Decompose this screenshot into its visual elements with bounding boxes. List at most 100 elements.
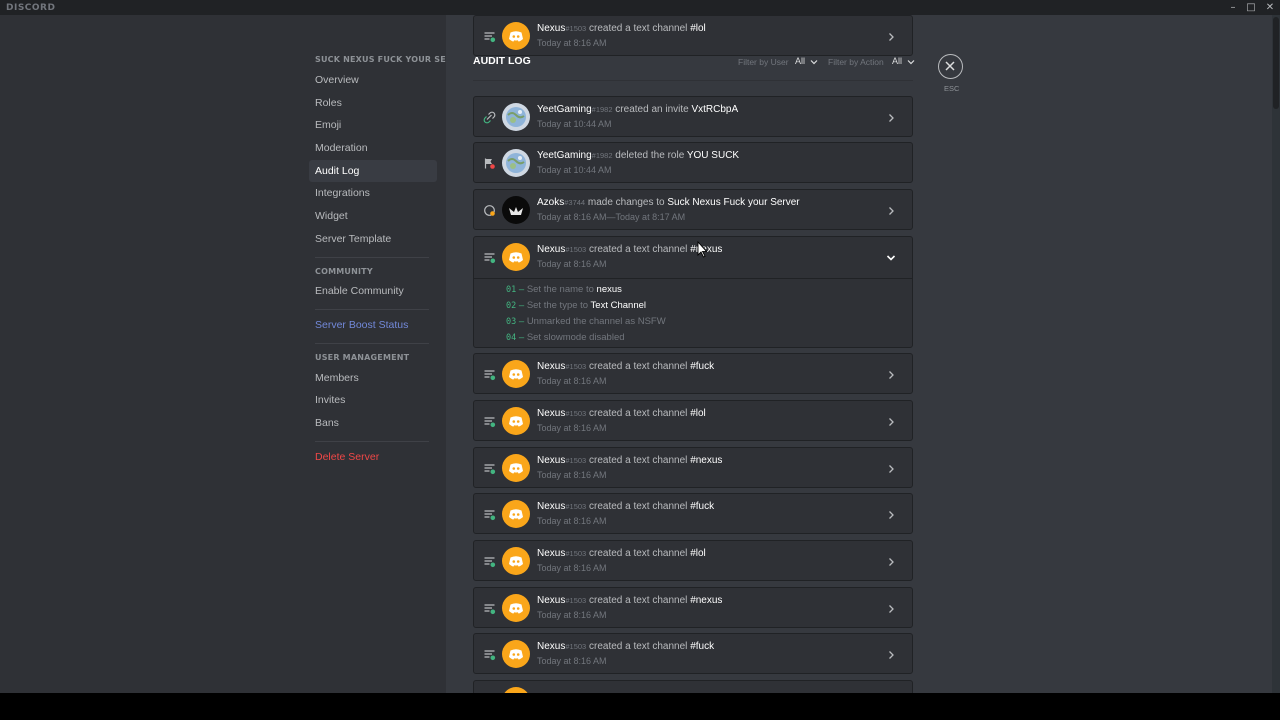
entry-summary: Nexus#1503 created a text channel #fuck bbox=[537, 361, 714, 372]
change-text: Set the type to bbox=[526, 300, 591, 311]
avatar[interactable] bbox=[502, 687, 530, 693]
sidebar-item-members[interactable]: Members bbox=[309, 367, 437, 389]
audit-log-entry[interactable]: Nexus#1503 created a text channel #fuck T… bbox=[473, 353, 913, 394]
username[interactable]: Nexus bbox=[537, 641, 565, 652]
chevron-right-icon[interactable] bbox=[885, 111, 897, 123]
audit-log-entry[interactable]: Nexus#1503 created a text channel #fuck T… bbox=[473, 633, 913, 674]
change-number: 03 bbox=[506, 317, 517, 327]
avatar[interactable] bbox=[502, 196, 530, 224]
action-target: #fuck bbox=[690, 361, 715, 372]
chevron-right-icon[interactable] bbox=[885, 368, 897, 380]
action-text: created a text channel bbox=[586, 408, 691, 419]
action-target: VxtRCbpA bbox=[691, 104, 739, 115]
close-settings-button[interactable] bbox=[938, 54, 963, 79]
audit-log-entry[interactable]: YeetGaming#1982 deleted the role YOU SUC… bbox=[473, 142, 913, 183]
avatar[interactable] bbox=[502, 360, 530, 388]
username[interactable]: Azoks bbox=[537, 197, 564, 208]
action-text: created a text channel bbox=[586, 23, 691, 34]
timestamp: Today at 10:44 AM bbox=[537, 165, 612, 175]
user-discriminator: #1503 bbox=[565, 456, 587, 465]
sidebar-item-server-boost-status[interactable]: Server Boost Status bbox=[309, 314, 437, 336]
channel-create-icon bbox=[483, 30, 496, 43]
avatar[interactable] bbox=[502, 547, 530, 575]
audit-log-entry[interactable]: Nexus#1503 created a text channel #fuck T… bbox=[473, 493, 913, 534]
audit-log-entry[interactable]: Nexus#1503 created a text channel #nexus… bbox=[473, 447, 913, 488]
change-number: 04 bbox=[506, 333, 517, 343]
audit-log-entry[interactable]: Nexus#1503 created a text channel #lol To… bbox=[473, 400, 913, 441]
sidebar-item-roles[interactable]: Roles bbox=[309, 92, 437, 114]
audit-log-entry[interactable]: YeetGaming#1982 created an invite VxtRCb… bbox=[473, 96, 913, 137]
username[interactable]: Nexus bbox=[537, 548, 565, 559]
user-discriminator: #1503 bbox=[565, 409, 587, 418]
user-discriminator: #1503 bbox=[565, 245, 587, 254]
audit-log-entry[interactable]: Nexus#1503 created a text channel #nexus… bbox=[473, 587, 913, 628]
entry-summary: Nexus#1503 created a text channel #lol bbox=[537, 548, 706, 559]
username[interactable]: Nexus bbox=[537, 595, 565, 606]
username[interactable]: Nexus bbox=[537, 361, 565, 372]
entry-summary: Nexus#1503 created a text channel #nexus bbox=[537, 595, 722, 606]
action-target: #fuck bbox=[690, 641, 715, 652]
sidebar-item-bans[interactable]: Bans bbox=[309, 412, 437, 434]
audit-log-entry[interactable] bbox=[473, 680, 913, 693]
avatar[interactable] bbox=[502, 243, 530, 271]
username[interactable]: YeetGaming bbox=[537, 104, 592, 115]
discord-window: DISCORD – □ ✕ SUCK NEXUS FUCK YOUR SER..… bbox=[0, 0, 1280, 720]
sidebar-divider bbox=[315, 257, 429, 258]
user-discriminator: #1503 bbox=[565, 362, 587, 371]
audit-log-entry[interactable]: Azoks#3744 made changes to Suck Nexus Fu… bbox=[473, 189, 913, 230]
entry-summary: YeetGaming#1982 created an invite VxtRCb… bbox=[537, 104, 738, 115]
sidebar-item-delete-server[interactable]: Delete Server bbox=[309, 446, 437, 468]
page-title: AUDIT LOG bbox=[473, 55, 531, 67]
entry-summary: Nexus#1503 created a text channel #nexus bbox=[537, 244, 722, 255]
chevron-right-icon[interactable] bbox=[885, 648, 897, 660]
action-text: created a text channel bbox=[586, 244, 691, 255]
avatar[interactable] bbox=[502, 500, 530, 528]
action-text: created a text channel bbox=[586, 455, 691, 466]
username[interactable]: YeetGaming bbox=[537, 150, 592, 161]
sidebar-item-server-template[interactable]: Server Template bbox=[309, 228, 437, 250]
sidebar-item-audit-log[interactable]: Audit Log bbox=[309, 160, 437, 182]
sidebar-item-enable-community[interactable]: Enable Community bbox=[309, 280, 437, 302]
username[interactable]: Nexus bbox=[537, 23, 565, 34]
sidebar-item-overview[interactable]: Overview bbox=[309, 69, 437, 91]
filter-user-select[interactable]: All bbox=[795, 56, 818, 66]
timestamp: Today at 8:16 AM bbox=[537, 423, 607, 433]
sidebar-item-integrations[interactable]: Integrations bbox=[309, 182, 437, 204]
avatar[interactable] bbox=[502, 594, 530, 622]
sidebar-item-moderation[interactable]: Moderation bbox=[309, 137, 437, 159]
audit-log-entry[interactable]: Nexus#1503 created a text channel #lol To… bbox=[473, 15, 913, 56]
audit-log-entry[interactable]: Nexus#1503 created a text channel #nexus… bbox=[473, 236, 913, 348]
close-icon[interactable]: ✕ bbox=[1261, 0, 1279, 15]
chevron-right-icon[interactable] bbox=[885, 602, 897, 614]
sidebar-item-widget[interactable]: Widget bbox=[309, 205, 437, 227]
chevron-right-icon[interactable] bbox=[885, 555, 897, 567]
avatar[interactable] bbox=[502, 103, 530, 131]
username[interactable]: Nexus bbox=[537, 501, 565, 512]
avatar[interactable] bbox=[502, 407, 530, 435]
avatar[interactable] bbox=[502, 454, 530, 482]
username[interactable]: Nexus bbox=[537, 408, 565, 419]
avatar[interactable] bbox=[502, 149, 530, 177]
maximize-icon[interactable]: □ bbox=[1242, 0, 1260, 15]
entry-summary: Nexus#1503 created a text channel #fuck bbox=[537, 641, 714, 652]
scrollbar[interactable] bbox=[1272, 15, 1280, 693]
timestamp: Today at 8:16 AM bbox=[537, 656, 607, 666]
filter-action-select[interactable]: All bbox=[892, 56, 915, 66]
username[interactable]: Nexus bbox=[537, 455, 565, 466]
chevron-down-icon[interactable] bbox=[885, 251, 897, 263]
chevron-right-icon[interactable] bbox=[885, 415, 897, 427]
avatar[interactable] bbox=[502, 22, 530, 50]
timestamp: Today at 10:44 AM bbox=[537, 119, 612, 129]
scrollbar-thumb[interactable] bbox=[1273, 17, 1279, 109]
chevron-right-icon[interactable] bbox=[885, 462, 897, 474]
avatar[interactable] bbox=[502, 640, 530, 668]
sidebar-item-emoji[interactable]: Emoji bbox=[309, 114, 437, 136]
username[interactable]: Nexus bbox=[537, 244, 565, 255]
change-text: Unmarked the channel as NSFW bbox=[526, 316, 666, 327]
chevron-right-icon[interactable] bbox=[885, 30, 897, 42]
sidebar-item-invites[interactable]: Invites bbox=[309, 389, 437, 411]
chevron-right-icon[interactable] bbox=[885, 204, 897, 216]
minimize-icon[interactable]: – bbox=[1224, 0, 1242, 15]
audit-log-entry[interactable]: Nexus#1503 created a text channel #lol To… bbox=[473, 540, 913, 581]
chevron-right-icon[interactable] bbox=[885, 508, 897, 520]
